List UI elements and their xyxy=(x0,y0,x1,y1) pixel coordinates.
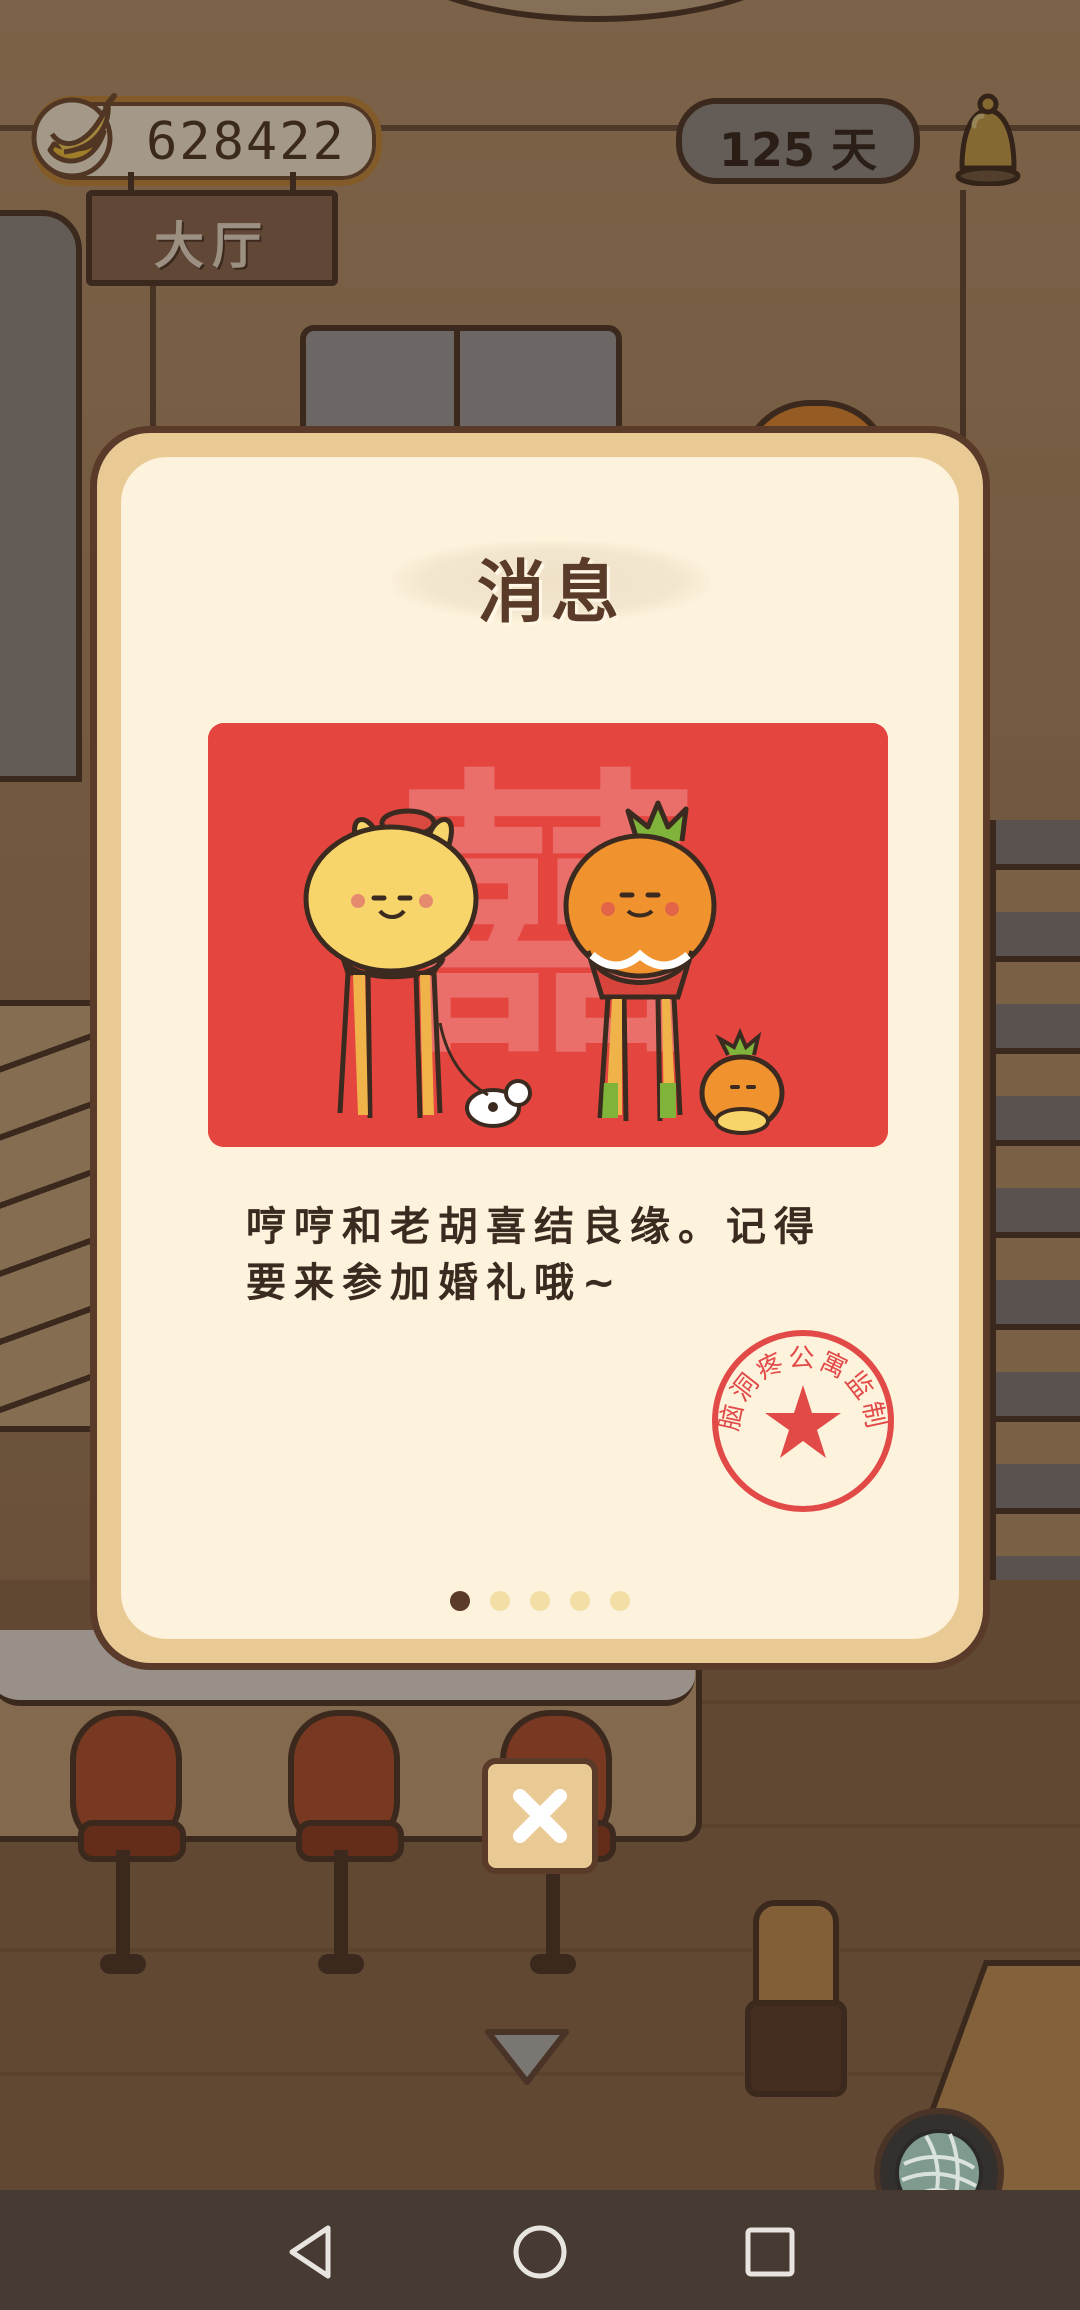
dialog-title: 消息 xyxy=(476,554,625,633)
wedding-illustration: 囍 xyxy=(208,723,888,1147)
message-dialog: 消息 囍 哼哼和老胡喜结良缘。记得要来参加婚礼哦~ 脑洞疼公寓监制 xyxy=(90,426,990,1670)
circle-home-icon[interactable] xyxy=(508,2220,572,2284)
page-dot[interactable] xyxy=(450,1591,470,1611)
message-text: 哼哼和老胡喜结良缘。记得要来参加婚礼哦~ xyxy=(246,1204,822,1306)
triangle-back-icon[interactable] xyxy=(280,2220,344,2284)
close-button[interactable] xyxy=(482,1758,598,1874)
page-dot[interactable] xyxy=(530,1591,550,1611)
wedding-picture: 囍 xyxy=(208,723,888,1147)
page-indicator xyxy=(121,1591,959,1621)
page-dot[interactable] xyxy=(610,1591,630,1611)
chevron-down-icon[interactable] xyxy=(480,2022,574,2092)
square-recents-icon[interactable] xyxy=(738,2220,802,2284)
system-navigation-bar xyxy=(0,2190,1080,2310)
page-dot[interactable] xyxy=(490,1591,510,1611)
page-dot[interactable] xyxy=(570,1591,590,1611)
dialog-paper: 消息 囍 哼哼和老胡喜结良缘。记得要来参加婚礼哦~ 脑洞疼公寓监制 xyxy=(121,457,959,1639)
close-icon xyxy=(513,1789,567,1843)
official-stamp: 脑洞疼公寓监制 xyxy=(712,1330,894,1512)
dialog-title-area: 消息 xyxy=(391,525,711,635)
